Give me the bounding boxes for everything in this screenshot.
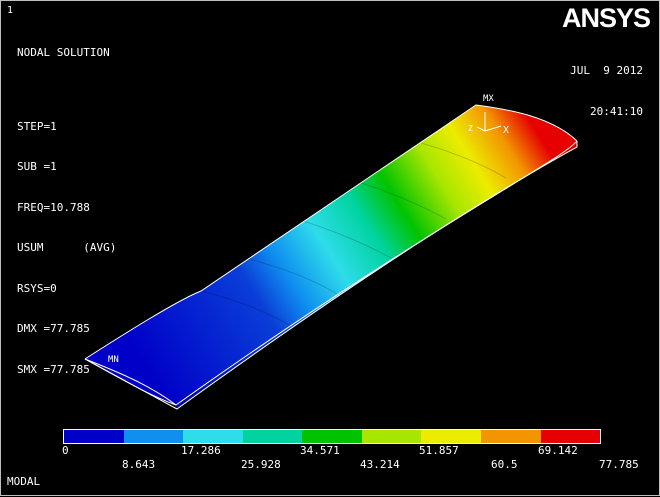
legend-band-2 <box>123 430 184 443</box>
contour-model[interactable] <box>1 1 660 497</box>
legend-band-8 <box>480 430 541 443</box>
legend-label-69: 69.142 <box>538 444 578 457</box>
graphics-window[interactable]: 1 NODAL SOLUTION STEP=1 SUB =1 FREQ=10.7… <box>0 0 660 496</box>
legend-band-7 <box>421 430 481 443</box>
legend-band-5 <box>302 430 362 443</box>
contour-legend-bar <box>63 429 601 444</box>
legend-label-8: 8.643 <box>122 458 156 471</box>
analysis-type-label: MODAL <box>7 475 41 488</box>
legend-label-43: 43.214 <box>360 458 400 471</box>
legend-label-25: 25.928 <box>241 458 281 471</box>
axis-x-label: X <box>503 125 510 136</box>
legend-band-9 <box>540 430 601 443</box>
legend-band-4 <box>242 430 303 443</box>
legend-label-0: 0 <box>62 444 69 457</box>
legend-label-60: 60.5 <box>491 458 518 471</box>
min-marker-label: MN <box>108 355 119 365</box>
legend-band-1 <box>64 430 124 443</box>
legend-band-3 <box>183 430 243 443</box>
legend-label-34: 34.571 <box>300 444 340 457</box>
legend-label-51: 51.857 <box>419 444 459 457</box>
legend-label-77: 77.785 <box>599 458 639 471</box>
legend-band-6 <box>361 430 422 443</box>
legend-label-17: 17.286 <box>181 444 221 457</box>
beam-top-surface <box>85 105 577 405</box>
axis-z-label: Z <box>468 124 473 133</box>
max-marker-label: MX <box>483 94 494 104</box>
